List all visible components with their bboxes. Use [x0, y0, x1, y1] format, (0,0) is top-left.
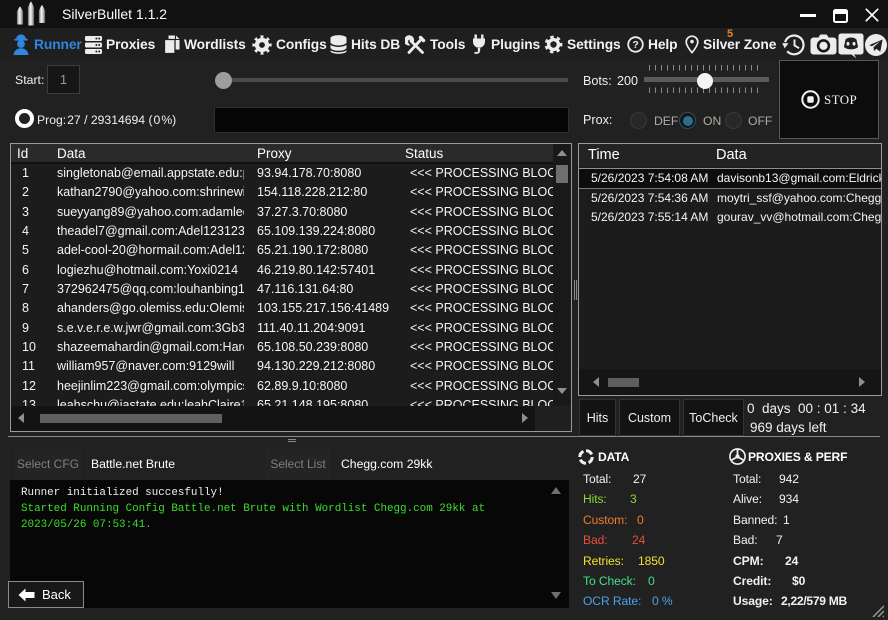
svg-text:?: ?	[632, 39, 638, 51]
